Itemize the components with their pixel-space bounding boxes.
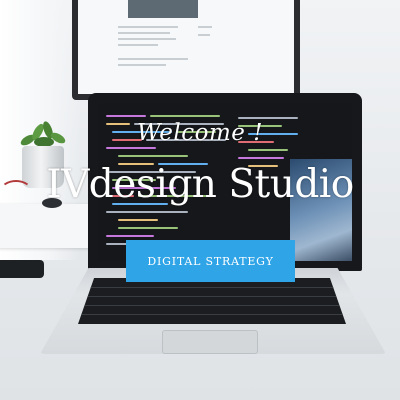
- studio-title: IVdesign Studio: [46, 162, 354, 207]
- digital-strategy-button[interactable]: DIGITAL STRATEGY: [126, 240, 295, 282]
- welcome-text: Welcome !: [137, 120, 263, 146]
- background-monitor: [72, 0, 300, 100]
- monitor-text-line: [118, 38, 176, 40]
- monitor-text-line: [118, 32, 170, 34]
- background-monitor-screen: [78, 0, 294, 94]
- monitor-text-line: [118, 44, 158, 46]
- monitor-image-block: [128, 0, 198, 18]
- monitor-text-line: [198, 34, 210, 36]
- monitor-text-line: [118, 58, 188, 60]
- smartphone: [0, 260, 44, 278]
- monitor-text-line: [198, 26, 212, 28]
- monitor-text-line: [118, 26, 178, 28]
- monitor-text-line: [118, 64, 166, 66]
- laptop-trackpad: [162, 330, 258, 354]
- laptop-keyboard: [78, 278, 346, 324]
